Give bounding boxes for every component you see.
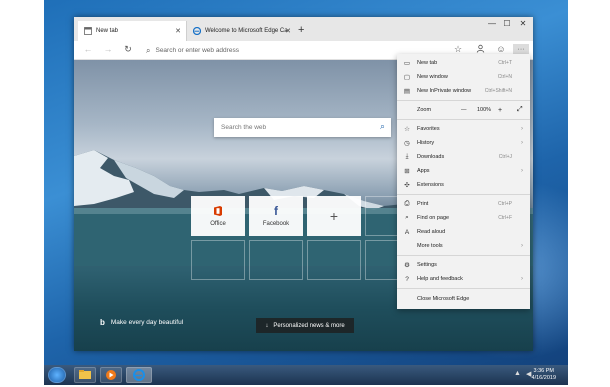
bing-tagline: Make every day beautiful — [110, 319, 184, 326]
new-tab-icon: ▭ — [403, 60, 411, 67]
menu-divider — [397, 100, 530, 101]
shortcut: Ctrl+N — [497, 74, 512, 80]
add-tile-button[interactable]: + — [307, 196, 361, 236]
personalized-news-button[interactable]: ↓ Personalized news & more — [256, 318, 354, 333]
tile-office[interactable]: Office — [191, 196, 245, 236]
chevron-right-icon: › — [521, 140, 523, 146]
bing-logo-icon: b — [100, 318, 105, 327]
apps-grid-icon: ⊞ — [404, 168, 410, 175]
shortcut: Ctrl+F — [498, 215, 512, 221]
favorites-star-icon: ☆ — [404, 126, 410, 133]
menu-divider — [397, 194, 530, 195]
tab-new-tab[interactable]: New tab ✕ — [78, 21, 186, 41]
menu-item-zoom: Zoom — 100% + ⤢ — [417, 106, 523, 114]
menu-item-favorites[interactable]: ☆ Favorites › — [397, 122, 530, 136]
find-icon: ⌕ — [405, 214, 409, 221]
news-button-label: Personalized news & more — [273, 322, 345, 329]
close-tab-icon[interactable]: ✕ — [175, 27, 181, 35]
taskbar-clock[interactable]: 3:36 PM 4/16/2019 — [532, 368, 556, 382]
shortcut: Ctrl+J — [498, 154, 512, 160]
back-icon[interactable]: ← — [82, 44, 94, 54]
clock-date: 4/16/2019 — [531, 375, 556, 381]
tile-label: Office — [210, 221, 226, 227]
menu-item-inprivate[interactable]: ▤ New InPrivate window Ctrl+Shift+N — [397, 84, 530, 98]
empty-tile — [365, 196, 398, 236]
tray-chevron-icon[interactable]: ▲ — [514, 370, 521, 377]
start-button[interactable] — [48, 367, 66, 383]
file-explorer-taskbar-icon[interactable] — [74, 367, 96, 383]
search-icon[interactable]: ⌕ — [380, 121, 385, 132]
tile-label: Facebook — [262, 221, 290, 227]
chevron-right-icon: › — [521, 276, 523, 282]
media-player-taskbar-icon[interactable] — [100, 367, 122, 383]
menu-item-settings[interactable]: ⚙ Settings — [397, 258, 530, 272]
menu-item-new-tab[interactable]: ▭ New tab Ctrl+T — [397, 56, 530, 70]
read-aloud-icon: A — [404, 228, 410, 236]
menu-divider — [397, 119, 530, 120]
facebook-icon: f — [274, 204, 278, 218]
empty-tile — [191, 240, 245, 280]
menu-item-help[interactable]: ? Help and feedback › — [397, 272, 530, 286]
search-placeholder: Search the web — [221, 124, 267, 131]
menu-item-downloads[interactable]: ⤓ Downloads Ctrl+J — [397, 150, 530, 164]
zoom-out-button[interactable]: — — [461, 107, 467, 113]
new-tab-page-icon — [84, 27, 92, 35]
menu-item-apps[interactable]: ⊞ Apps › — [397, 164, 530, 178]
menu-item-new-window[interactable]: ▢ New window Ctrl+N — [397, 70, 530, 84]
download-icon: ⤓ — [405, 153, 409, 160]
windows-taskbar: ▲ ◀ 3:36 PM 4/16/2019 — [44, 365, 568, 385]
tab-strip: New tab ✕ Welcome to Microsoft Edge Ca ✕… — [74, 17, 533, 41]
search-icon: ⌕ — [146, 45, 151, 55]
menu-item-extensions[interactable]: ✣ Extensions — [397, 178, 530, 192]
forward-icon[interactable]: → — [102, 44, 114, 54]
tab-label: Welcome to Microsoft Edge Ca — [205, 28, 288, 34]
menu-divider — [397, 255, 530, 256]
menu-item-close-edge[interactable]: Close Microsoft Edge — [397, 292, 530, 306]
edge-logo-icon — [192, 26, 202, 36]
shortcut: Ctrl+T — [498, 60, 512, 66]
web-search-input[interactable]: Search the web ⌕ — [214, 118, 391, 137]
extensions-puzzle-icon: ✣ — [404, 182, 410, 189]
history-clock-icon: ◷ — [404, 140, 410, 147]
empty-tile — [249, 240, 303, 280]
tile-facebook[interactable]: f Facebook — [249, 196, 303, 236]
menu-item-history[interactable]: ◷ History › — [397, 136, 530, 150]
zoom-level: 100% — [477, 107, 492, 113]
office-icon — [214, 206, 222, 216]
arrow-down-icon: ↓ — [265, 322, 269, 329]
fullscreen-icon[interactable]: ⤢ — [517, 106, 523, 114]
close-tab-icon[interactable]: ✕ — [285, 27, 291, 35]
inprivate-icon: ▤ — [403, 88, 411, 95]
menu-item-print[interactable]: ⎙ Print Ctrl+P — [397, 197, 530, 211]
tab-welcome[interactable]: Welcome to Microsoft Edge Ca ✕ — [186, 21, 296, 41]
chevron-right-icon: › — [521, 168, 523, 174]
new-window-icon: ▢ — [403, 74, 411, 81]
empty-tile — [307, 240, 361, 280]
tab-label: New tab — [96, 28, 119, 34]
new-tab-button[interactable]: + — [298, 24, 304, 36]
zoom-in-button[interactable]: + — [498, 107, 502, 114]
gear-icon: ⚙ — [404, 262, 410, 269]
settings-menu: ▭ New tab Ctrl+T ▢ New window Ctrl+N ▤ N… — [397, 54, 530, 309]
plus-icon: + — [329, 208, 339, 224]
menu-divider — [397, 288, 530, 289]
edge-taskbar-icon[interactable] — [126, 367, 152, 383]
chevron-right-icon: › — [521, 243, 523, 249]
close-window-icon[interactable]: ✕ — [514, 19, 532, 28]
feedback-smiley-icon[interactable]: ☺ — [495, 44, 507, 54]
menu-item-more-tools[interactable]: More tools › — [397, 239, 530, 253]
shortcut: Ctrl+Shift+N — [484, 88, 512, 94]
browser-window: New tab ✕ Welcome to Microsoft Edge Ca ✕… — [74, 17, 533, 351]
refresh-icon[interactable]: ↻ — [122, 44, 134, 55]
chevron-right-icon: › — [521, 126, 523, 132]
printer-icon: ⎙ — [404, 200, 410, 207]
address-placeholder: Search or enter web address — [155, 47, 239, 54]
bing-branding[interactable]: b Make every day beautiful — [100, 318, 183, 327]
clock-time: 3:36 PM — [533, 368, 554, 374]
shortcut: Ctrl+P — [497, 201, 512, 207]
empty-tile — [365, 240, 398, 280]
menu-item-read-aloud[interactable]: A Read aloud — [397, 225, 530, 239]
help-icon: ? — [405, 275, 409, 283]
menu-item-find-on-page[interactable]: ⌕ Find on page Ctrl+F — [397, 211, 530, 225]
